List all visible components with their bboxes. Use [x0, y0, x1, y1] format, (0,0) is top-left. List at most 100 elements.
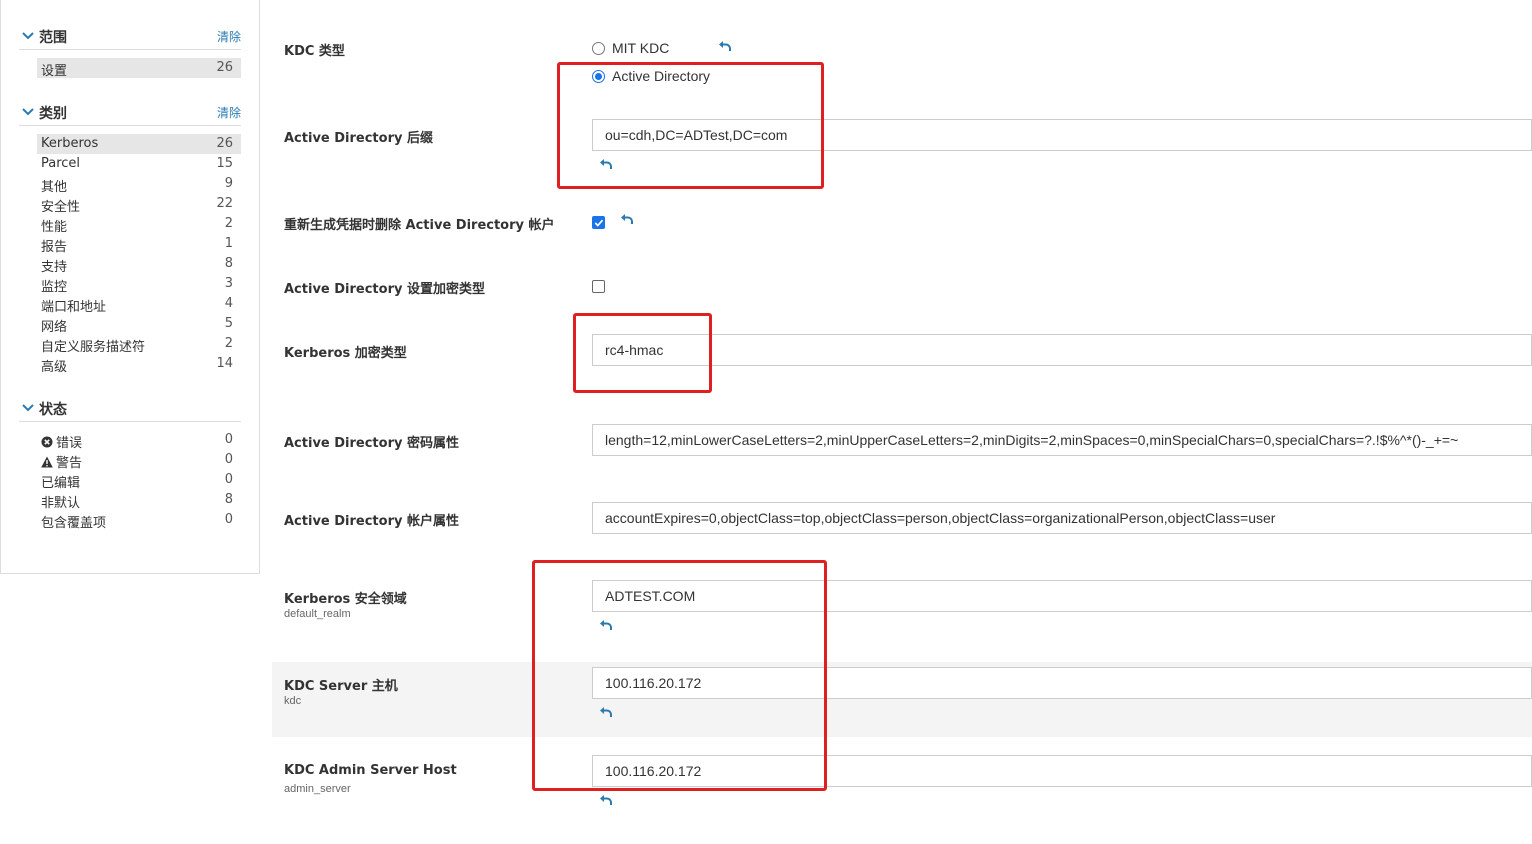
facet-label: 警告: [56, 456, 83, 471]
kdc-host-input[interactable]: 100.116.20.172: [592, 667, 1532, 699]
facet-category-monitoring[interactable]: 监控 3: [37, 274, 241, 295]
setting-sublabel: kdc: [284, 695, 302, 707]
undo-icon[interactable]: [599, 619, 613, 631]
facet-label: 高级: [41, 360, 68, 375]
facet-count: 2: [224, 336, 233, 351]
facet-category-csd[interactable]: 自定义服务描述符 2: [37, 334, 241, 355]
facet-label: 其他: [41, 180, 68, 195]
radio-label: MIT KDC: [612, 40, 670, 56]
facet-category-network[interactable]: 网络 5: [37, 314, 241, 335]
facet-category-security[interactable]: 安全性 22: [37, 194, 241, 215]
facet-label: 包含覆盖项: [41, 516, 107, 531]
setting-label: Active Directory 设置加密类型: [284, 282, 485, 297]
facet-count: 5: [224, 316, 233, 331]
setting-admin-host: KDC Admin Server Host admin_server 100.1…: [272, 754, 1532, 814]
undo-icon[interactable]: [599, 706, 613, 718]
facet-count: 8: [224, 492, 233, 507]
facet-label-wrap: 错误: [41, 432, 82, 451]
undo-icon[interactable]: [718, 40, 732, 52]
radio-label: Active Directory: [612, 68, 711, 84]
category-header[interactable]: 类别 清除: [19, 100, 241, 126]
facet-label: 性能: [41, 220, 68, 235]
setting-kdc-host: KDC Server 主机 kdc 100.116.20.172: [272, 662, 1532, 737]
admin-host-input[interactable]: 100.116.20.172: [592, 755, 1532, 787]
filter-sidebar: 范围 清除 设置 26 类别 清除 Kerberos 26 Parcel 15 其他…: [0, 0, 260, 574]
facet-status-nondefault[interactable]: 非默认 8: [37, 490, 241, 511]
facet-count: 14: [216, 356, 233, 371]
facet-status-edited[interactable]: 已编辑 0: [37, 470, 241, 491]
facet-count: 22: [216, 196, 233, 211]
realm-input[interactable]: ADTEST.COM: [592, 580, 1532, 612]
setting-ad-suffix: Active Directory 后缀 ou=cdh,DC=ADTest,DC=…: [272, 118, 1532, 188]
facet-count: 0: [224, 472, 233, 487]
ad-acct-input[interactable]: accountExpires=0,objectClass=top,objectC…: [592, 502, 1532, 534]
status-header[interactable]: 状态: [19, 396, 241, 422]
check-icon: [594, 219, 604, 227]
facet-count: 26: [216, 136, 233, 151]
facet-category-other[interactable]: 其他 9: [37, 174, 241, 195]
setting-label: 重新生成凭据时删除 Active Directory 帐户: [284, 218, 555, 233]
facet-category-advanced[interactable]: 高级 14: [37, 354, 241, 375]
chevron-down-icon: [22, 32, 34, 40]
radio-active-directory[interactable]: [592, 70, 605, 83]
facet-category-kerberos[interactable]: Kerberos 26: [37, 134, 241, 154]
facet-category-parcel[interactable]: Parcel 15: [37, 154, 241, 174]
setting-ad-delete: 重新生成凭据时删除 Active Directory 帐户: [272, 205, 1532, 245]
facet-status-error[interactable]: 错误 0: [37, 430, 241, 451]
facet-label: Kerberos: [41, 136, 99, 151]
facet-count: 8: [224, 256, 233, 271]
facet-label: 端口和地址: [41, 300, 107, 315]
chevron-down-icon: [22, 404, 34, 412]
setting-label: Kerberos 安全领域: [284, 592, 407, 607]
facet-category-ports[interactable]: 端口和地址 4: [37, 294, 241, 315]
facet-label: 错误: [56, 436, 83, 451]
setting-ad-pwd: Active Directory 密码属性 length=12,minLower…: [272, 423, 1532, 463]
krb-enc-input[interactable]: rc4-hmac: [592, 334, 1532, 366]
setting-label: KDC Admin Server Host: [284, 763, 457, 778]
setting-ad-set-enc: Active Directory 设置加密类型: [272, 270, 1532, 310]
undo-icon[interactable]: [599, 794, 613, 806]
facet-count: 26: [216, 60, 233, 75]
setting-sublabel: admin_server: [284, 783, 351, 795]
setting-sublabel: default_realm: [284, 608, 351, 620]
facet-category-support[interactable]: 支持 8: [37, 254, 241, 275]
facet-count: 15: [216, 156, 233, 171]
facet-label: 报告: [41, 240, 68, 255]
status-section: 状态 错误 0 警告 0 已编辑 0 非默认 8 包含覆盖项 0: [19, 396, 241, 531]
scope-title: 范围: [39, 30, 67, 46]
facet-label: 已编辑: [41, 476, 81, 491]
facet-count: 3: [224, 276, 233, 291]
facet-count: 9: [224, 176, 233, 191]
facet-label-wrap: 警告: [41, 452, 82, 471]
facet-label: 设置: [41, 64, 68, 79]
ad-delete-checkbox[interactable]: [592, 216, 605, 229]
facet-label: 支持: [41, 260, 68, 275]
facet-category-reports[interactable]: 报告 1: [37, 234, 241, 255]
setting-label: Active Directory 后缀: [284, 131, 433, 146]
facet-scope-settings[interactable]: 设置 26: [37, 58, 241, 79]
facet-count: 2: [224, 216, 233, 231]
facet-status-overrides[interactable]: 包含覆盖项 0: [37, 510, 241, 531]
category-clear-link[interactable]: 清除: [217, 104, 241, 121]
facet-status-warning[interactable]: 警告 0: [37, 450, 241, 471]
ad-set-enc-checkbox[interactable]: [592, 280, 605, 293]
scope-clear-link[interactable]: 清除: [217, 28, 241, 45]
setting-realm: Kerberos 安全领域 default_realm ADTEST.COM: [272, 579, 1532, 649]
ad-suffix-input[interactable]: ou=cdh,DC=ADTest,DC=com: [592, 119, 1532, 151]
ad-pwd-input[interactable]: length=12,minLowerCaseLetters=2,minUpper…: [592, 424, 1532, 456]
facet-label: 非默认: [41, 496, 81, 511]
undo-icon[interactable]: [599, 158, 613, 170]
setting-label: Active Directory 帐户属性: [284, 514, 459, 529]
facet-category-performance[interactable]: 性能 2: [37, 214, 241, 235]
facet-count: 0: [224, 512, 233, 527]
setting-kdc-type: KDC 类型 MIT KDC Active Directory: [272, 30, 1532, 100]
undo-icon[interactable]: [620, 213, 634, 225]
scope-header[interactable]: 范围 清除: [19, 24, 241, 50]
facet-count: 1: [224, 236, 233, 251]
warning-icon: [41, 456, 53, 468]
chevron-down-icon: [22, 108, 34, 116]
facet-count: 0: [224, 452, 233, 467]
category-title: 类别: [39, 106, 67, 122]
facet-label: Parcel: [41, 156, 81, 171]
radio-mit-kdc[interactable]: [592, 42, 605, 55]
